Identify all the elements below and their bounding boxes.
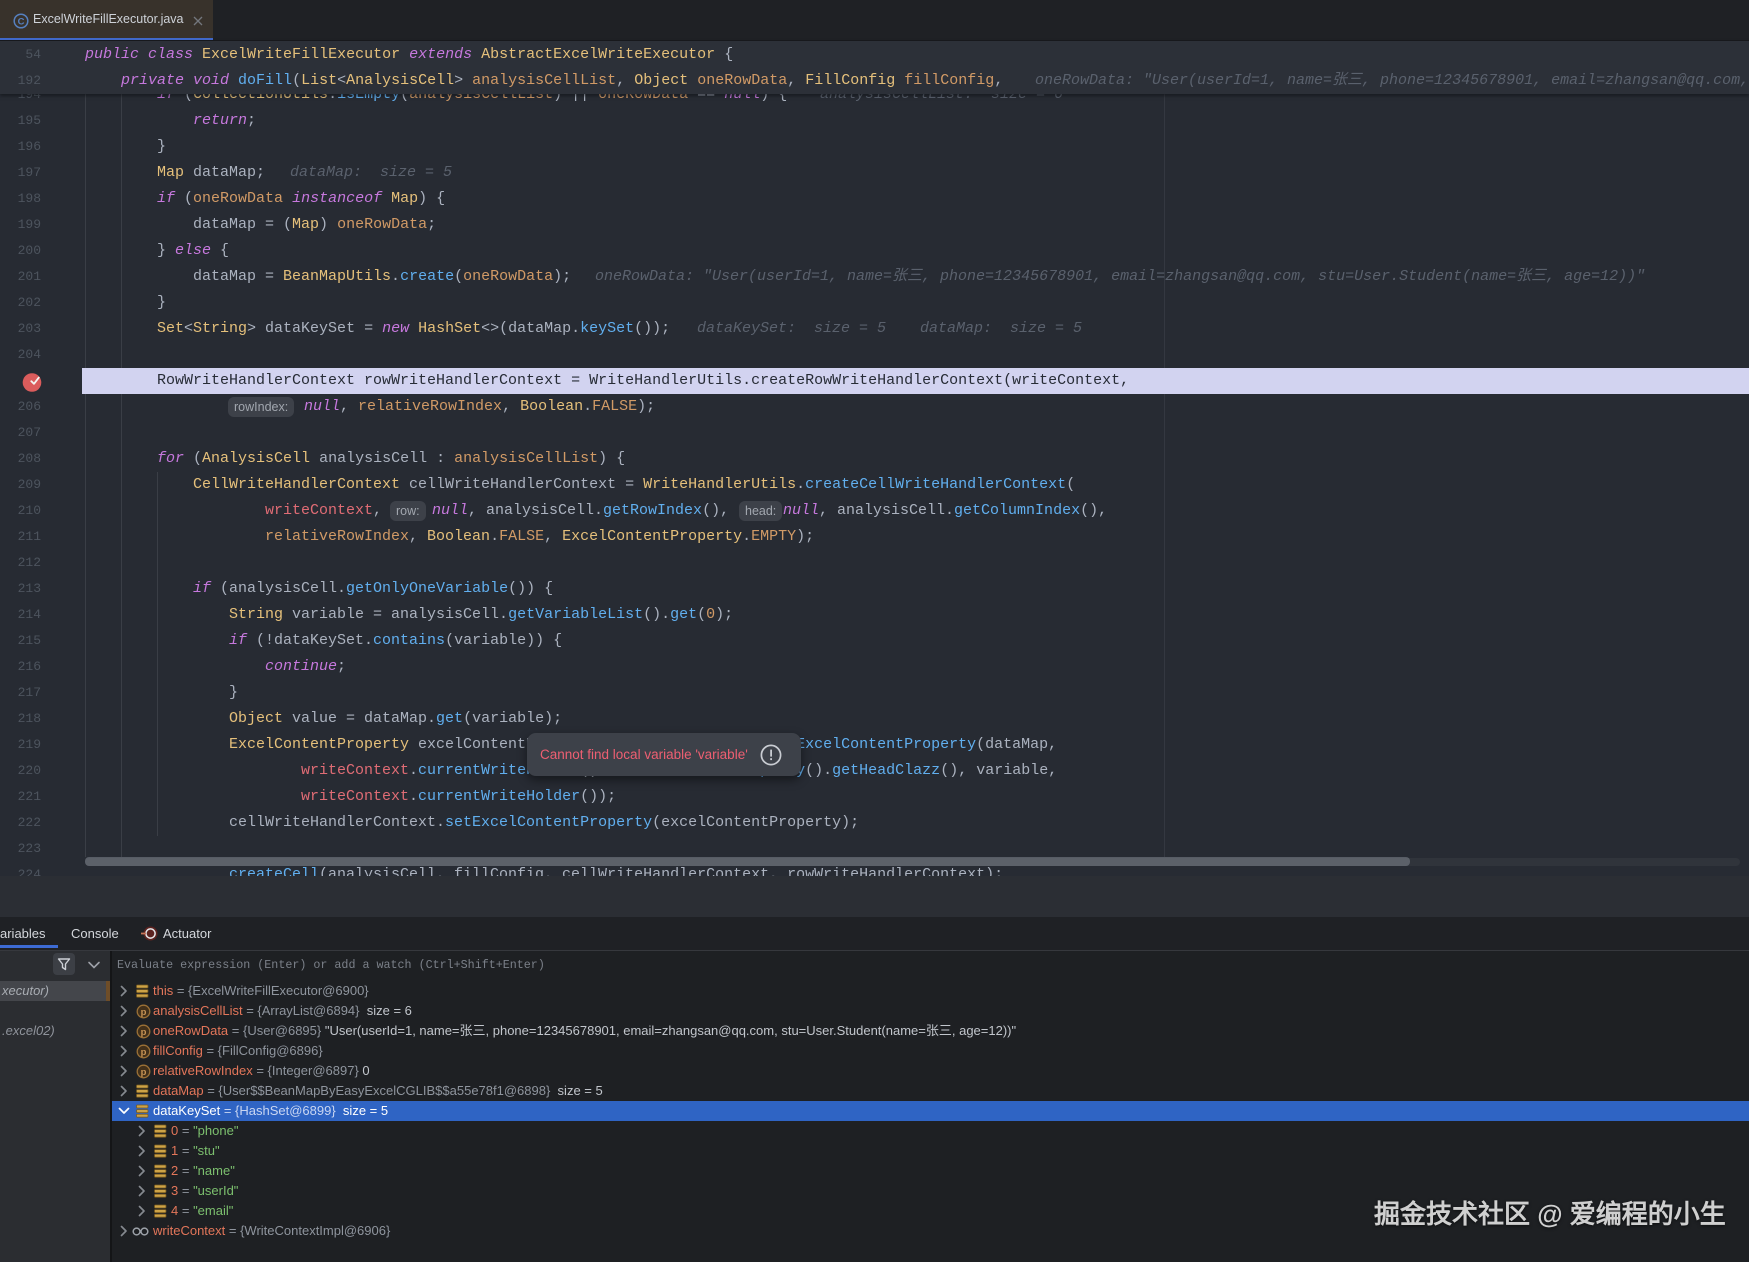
svg-text:p: p [141, 1007, 147, 1018]
svg-text:p: p [141, 1027, 147, 1038]
svg-text:p: p [141, 1067, 147, 1078]
svg-text:C: C [18, 17, 25, 28]
svg-text:p: p [141, 1047, 147, 1058]
